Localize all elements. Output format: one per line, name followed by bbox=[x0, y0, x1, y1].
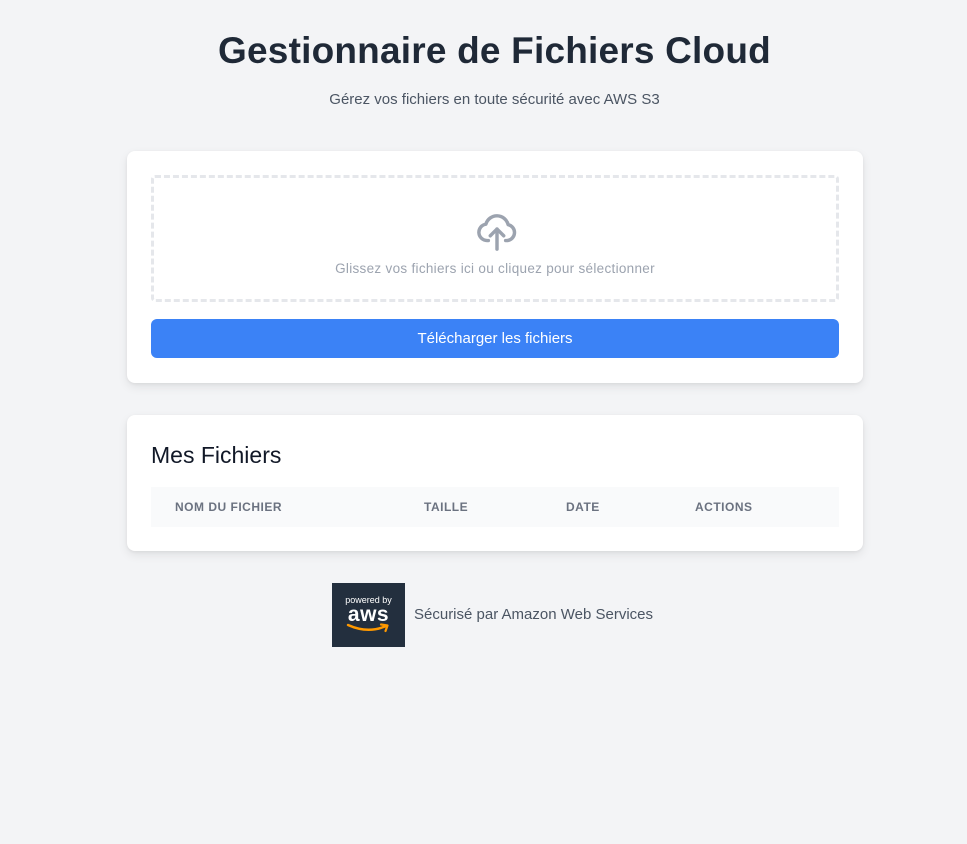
cloud-upload-icon bbox=[477, 214, 517, 251]
files-table-header: NOM DU FICHIER TAILLE DATE ACTIONS bbox=[151, 487, 839, 527]
aws-logo: powered by aws bbox=[332, 583, 405, 647]
column-header-actions: ACTIONS bbox=[695, 500, 753, 514]
files-card: Mes Fichiers NOM DU FICHIER TAILLE DATE … bbox=[127, 415, 863, 551]
column-header-filename: NOM DU FICHIER bbox=[175, 500, 282, 514]
file-dropzone[interactable]: Glissez vos fichiers ici ou cliquez pour… bbox=[151, 175, 839, 302]
upload-button[interactable]: Télécharger les fichiers bbox=[151, 319, 839, 358]
dropzone-text: Glissez vos fichiers ici ou cliquez pour… bbox=[335, 261, 655, 276]
footer-security-text: Sécurisé par Amazon Web Services bbox=[414, 606, 653, 623]
column-header-size: TAILLE bbox=[424, 500, 469, 514]
column-header-date: DATE bbox=[566, 500, 600, 514]
page-subtitle: Gérez vos fichiers en toute sécurité ave… bbox=[329, 91, 660, 108]
page-title: Gestionnaire de Fichiers Cloud bbox=[218, 30, 771, 71]
aws-smile-icon bbox=[346, 623, 389, 633]
files-section-title: Mes Fichiers bbox=[151, 442, 282, 468]
upload-card: Glissez vos fichiers ici ou cliquez pour… bbox=[127, 151, 863, 383]
